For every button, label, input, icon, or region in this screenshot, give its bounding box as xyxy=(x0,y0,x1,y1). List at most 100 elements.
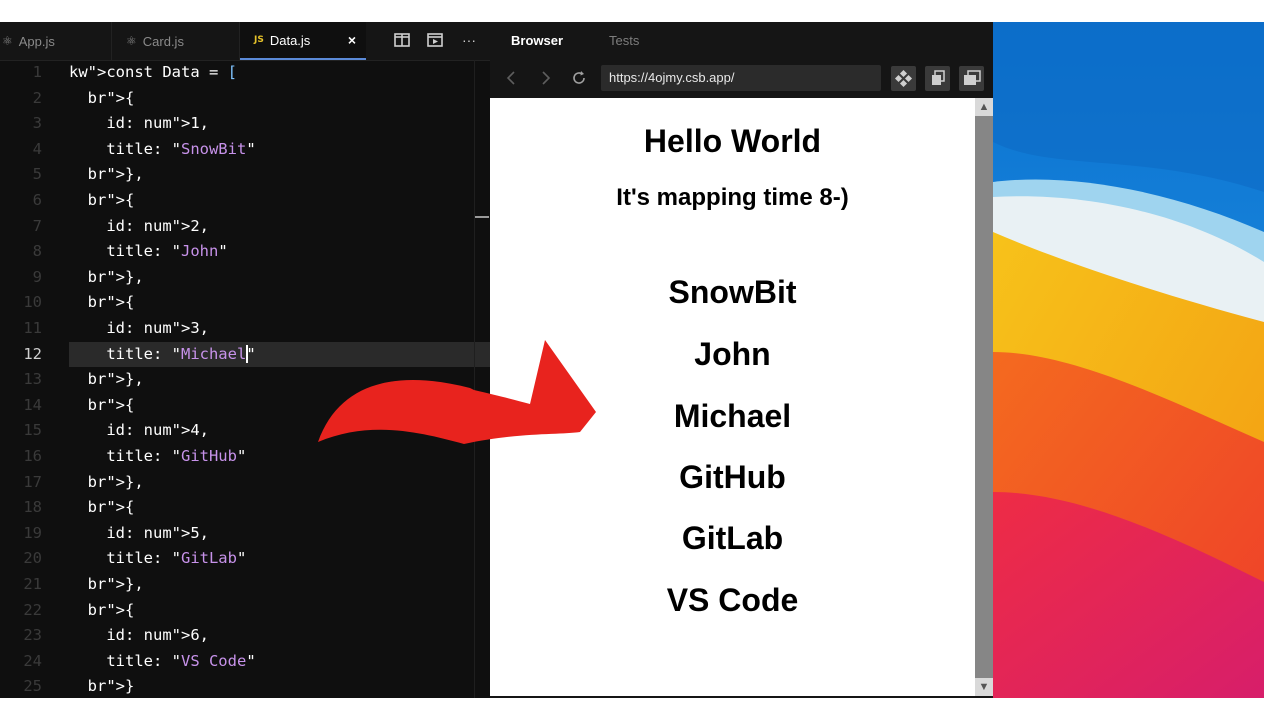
code-text: br">}, xyxy=(87,370,144,389)
line-number: 12 xyxy=(23,344,42,363)
code-text: id: num">1, xyxy=(69,114,209,133)
tab-tests[interactable]: Tests xyxy=(609,33,639,48)
code-line[interactable]: 6 br">{ xyxy=(0,188,490,214)
code-text: id: num">4, xyxy=(69,421,209,440)
editor-divider xyxy=(474,60,475,698)
list-item: GitHub xyxy=(679,459,786,495)
line-number: 14 xyxy=(23,395,42,414)
line-number: 20 xyxy=(23,549,42,568)
split-view-icon[interactable] xyxy=(393,31,411,49)
code-line[interactable]: 11 id: num">3, xyxy=(0,316,490,342)
line-number: 4 xyxy=(32,139,42,158)
back-icon[interactable] xyxy=(502,68,522,88)
code-line[interactable]: 16 title: "GitHub" xyxy=(0,444,490,470)
js-file-icon: JS xyxy=(254,35,264,45)
code-line[interactable]: 8 title: "John" xyxy=(0,239,490,265)
code-text: br">} xyxy=(87,677,135,696)
code-line[interactable]: 13 br">}, xyxy=(0,367,490,393)
tab-data-js[interactable]: JS Data.js × xyxy=(240,22,366,60)
code-text: br">}, xyxy=(87,575,144,593)
code-text: br">}, xyxy=(87,165,144,184)
line-number: 15 xyxy=(23,421,42,440)
code-line[interactable]: 15 id: num">4, xyxy=(0,418,490,444)
code-line[interactable]: 18 br">{ xyxy=(0,495,490,521)
page-subheading: It's mapping time 8-) xyxy=(616,184,849,211)
line-number: 21 xyxy=(23,575,42,593)
code-line[interactable]: 5 br">}, xyxy=(0,162,490,188)
code-line[interactable]: 1 kw">const Data = [ xyxy=(0,60,490,86)
code-text: br">}, xyxy=(87,267,144,286)
code-line[interactable]: 25 br">} xyxy=(0,674,490,698)
editor-tab-bar: ⚛ App.js ⚛ Card.js JS Data.js × ··· xyxy=(0,22,490,61)
line-number: 2 xyxy=(32,88,42,107)
code-line[interactable]: 22 br">{ xyxy=(0,598,490,624)
tab-card-js[interactable]: ⚛ Card.js xyxy=(112,22,240,60)
code-text: kw">const Data = [ xyxy=(69,63,237,81)
code-text: title: "GitLab" xyxy=(69,549,247,568)
code-line[interactable]: 12 title: "Michael" xyxy=(0,341,490,368)
code-line[interactable]: 21 br">}, xyxy=(0,572,490,598)
code-text: id: num">5, xyxy=(69,523,209,542)
code-text: title: "John" xyxy=(69,242,228,261)
code-line[interactable]: 17 br">}, xyxy=(0,470,490,496)
code-text: title: "GitHub" xyxy=(69,447,247,465)
code-line[interactable]: 7 id: num">2, xyxy=(0,214,490,240)
code-line[interactable]: 14 br">{ xyxy=(0,393,490,419)
text-cursor xyxy=(246,345,249,364)
line-number: 3 xyxy=(32,114,42,133)
code-text: br">{ xyxy=(87,191,135,209)
more-icon[interactable]: ··· xyxy=(460,31,478,49)
line-number: 22 xyxy=(23,600,42,619)
refresh-icon[interactable] xyxy=(569,68,589,88)
sandbox-icon[interactable] xyxy=(891,66,916,91)
code-area[interactable]: 1 kw">const Data = [2 br">{3 id: num">1, 4… xyxy=(0,60,490,698)
code-text: br">{ xyxy=(87,293,135,312)
code-text: title: "SnowBit" xyxy=(69,139,256,158)
tab-browser[interactable]: Browser xyxy=(511,33,563,48)
code-text: title: "Michael" xyxy=(69,341,490,368)
close-tab-button[interactable]: × xyxy=(348,32,356,48)
list-item: SnowBit xyxy=(668,274,797,310)
code-line[interactable]: 3 id: num">1, xyxy=(0,111,490,137)
code-line[interactable]: 20 title: "GitLab" xyxy=(0,546,490,572)
browser-viewport: Hello World It's mapping time 8-) SnowBi… xyxy=(490,98,975,696)
scroll-indicator xyxy=(475,216,489,218)
tab-label: App.js xyxy=(18,33,55,49)
line-number: 7 xyxy=(32,216,42,235)
forward-icon[interactable] xyxy=(535,68,555,88)
list-item: Michael xyxy=(673,398,792,434)
code-line[interactable]: 4 title: "SnowBit" xyxy=(0,137,490,163)
tab-app-js[interactable]: ⚛ App.js xyxy=(0,22,112,60)
code-line[interactable]: 19 id: num">5, xyxy=(0,521,490,547)
code-line[interactable]: 10 br">{ xyxy=(0,290,490,316)
vertical-scrollbar[interactable]: ▲ ▼ xyxy=(975,98,993,696)
open-window-icon[interactable] xyxy=(959,66,984,91)
code-line[interactable]: 23 id: num">6, xyxy=(0,623,490,649)
react-icon: ⚛ xyxy=(2,34,13,48)
list-item: VS Code xyxy=(666,582,799,618)
url-input[interactable]: https://4ojmy.csb.app/ xyxy=(601,65,881,91)
code-text: br">{ xyxy=(87,88,135,107)
scroll-down-icon[interactable]: ▼ xyxy=(975,678,993,696)
browser-nav-bar: https://4ojmy.csb.app/ xyxy=(490,60,993,98)
tab-label: Card.js xyxy=(142,33,184,49)
preview-icon[interactable] xyxy=(426,31,444,49)
list-item: John xyxy=(694,336,771,372)
code-text: id: num">2, xyxy=(69,216,209,235)
tab-label: Data.js xyxy=(269,32,311,48)
line-number: 9 xyxy=(32,267,42,286)
list-item: GitLab xyxy=(681,520,784,556)
scroll-up-icon[interactable]: ▲ xyxy=(975,98,993,116)
line-number: 5 xyxy=(32,165,42,184)
line-number: 6 xyxy=(32,191,42,209)
code-line[interactable]: 24 title: "VS Code" xyxy=(0,649,490,675)
copy-icon[interactable] xyxy=(925,66,950,91)
line-number: 23 xyxy=(23,626,42,645)
code-text: br">{ xyxy=(87,395,135,414)
line-number: 1 xyxy=(32,63,42,81)
code-line[interactable]: 2 br">{ xyxy=(0,86,490,112)
react-icon: ⚛ xyxy=(126,34,137,48)
browser-panel: Browser Tests https://4ojmy.csb.app/ Hel… xyxy=(490,22,993,698)
code-line[interactable]: 9 br">}, xyxy=(0,265,490,291)
code-editor: ⚛ App.js ⚛ Card.js JS Data.js × ··· 1 kw"… xyxy=(0,22,490,698)
